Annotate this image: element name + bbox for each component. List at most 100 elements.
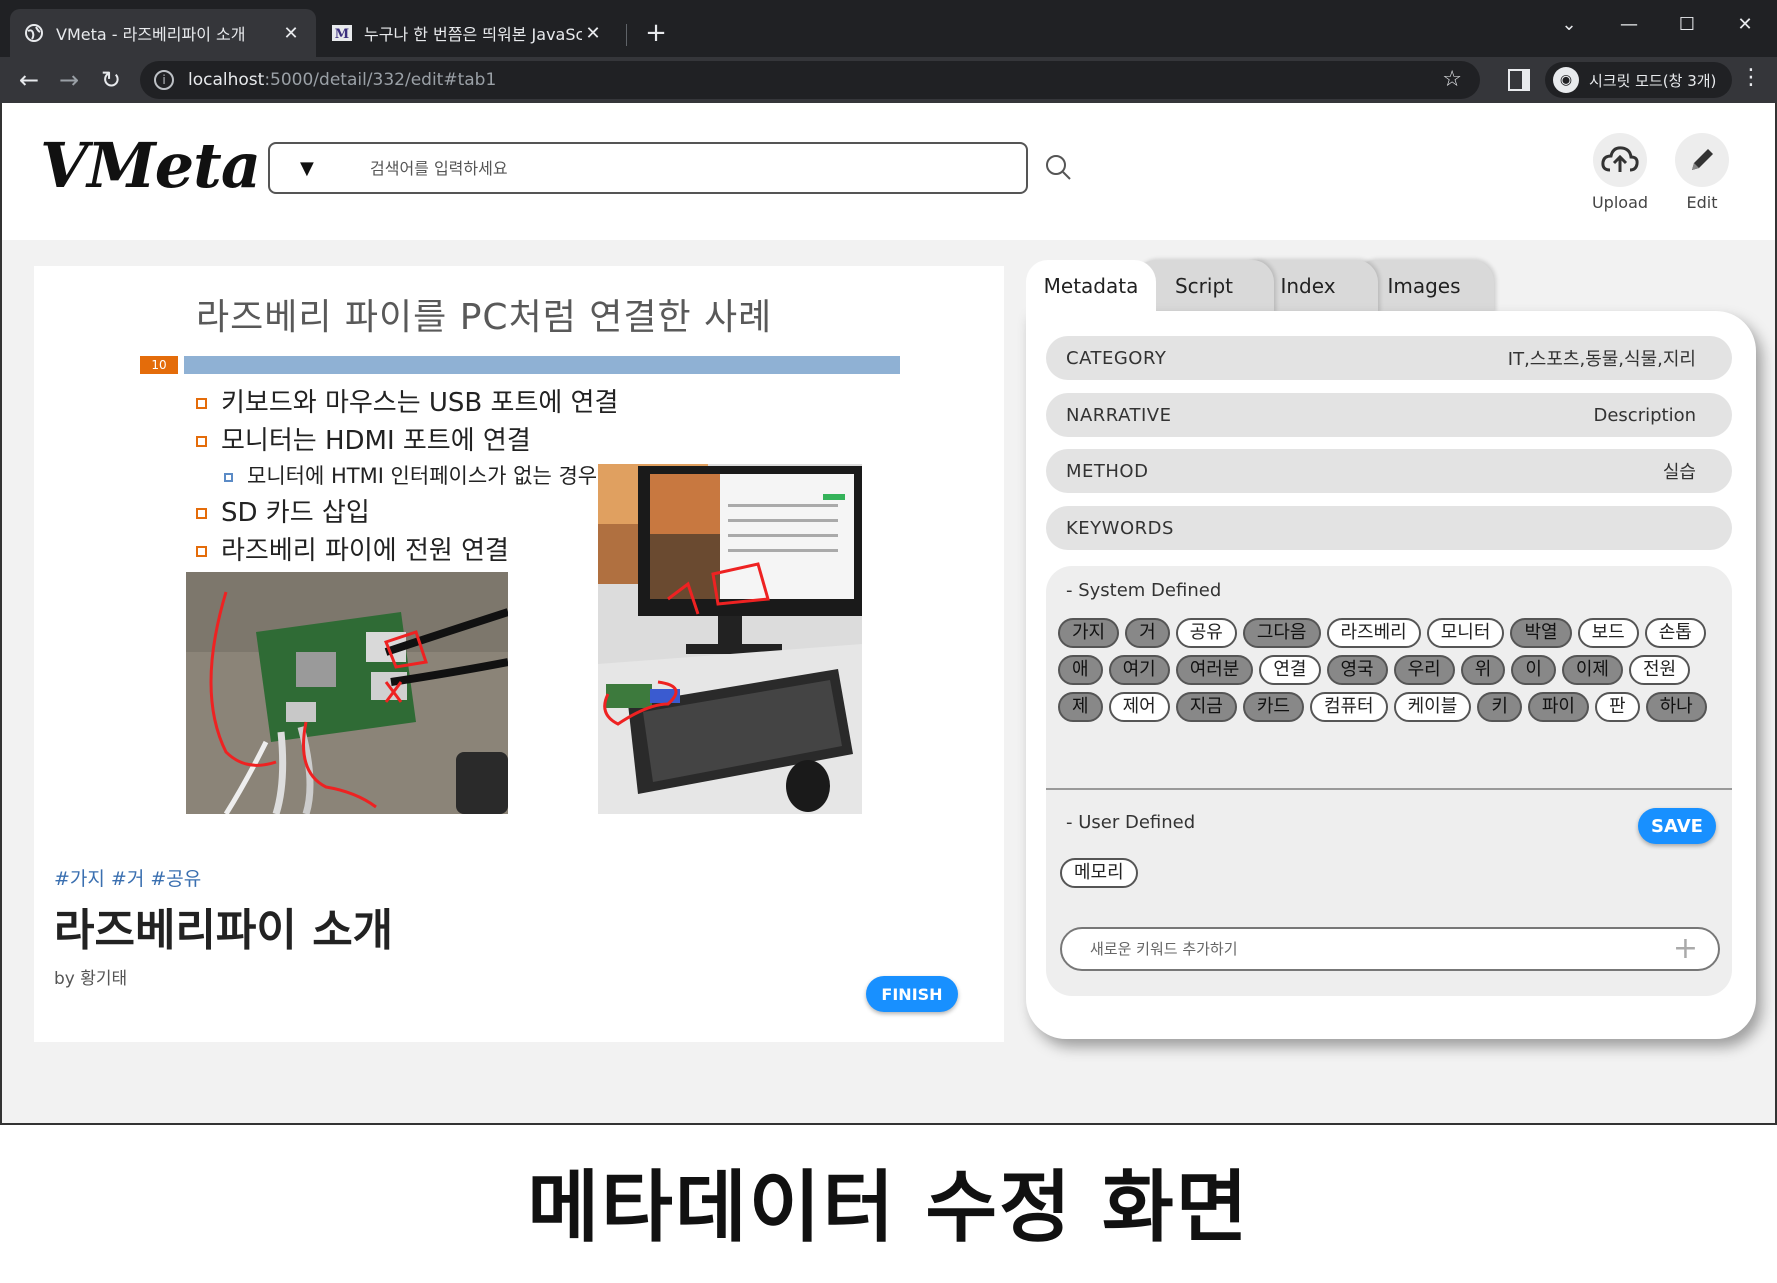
save-button[interactable]: SAVE <box>1638 808 1716 844</box>
incognito-icon: ◉ <box>1553 67 1579 93</box>
field-value: Description <box>1593 404 1696 426</box>
user-keyword-chip[interactable]: 메모리 <box>1060 858 1138 888</box>
keywords-field[interactable]: KEYWORDS <box>1046 506 1732 550</box>
minimize-button[interactable]: — <box>1600 8 1658 42</box>
close-window-button[interactable]: ✕ <box>1716 8 1774 42</box>
keyword-chip[interactable]: 전원 <box>1629 655 1691 685</box>
keyword-chip[interactable]: 우리 <box>1393 655 1455 685</box>
close-tab-icon[interactable]: ✕ <box>582 23 604 44</box>
bookmark-star-icon[interactable]: ☆ <box>1442 67 1462 92</box>
tab-search-button[interactable]: ⌄ <box>1540 8 1598 42</box>
slide-bullet: 키보드와 마우스는 USB 포트에 연결 <box>196 382 618 419</box>
user-defined-title: - User Defined <box>1066 812 1196 833</box>
browser-chrome: VMeta - 라즈베리파이 소개 ✕ M 누구나 한 번쯤은 띄워본 Java… <box>0 0 1777 103</box>
url-path: :5000/detail/332/edit#tab1 <box>264 70 497 90</box>
section-divider <box>1046 788 1732 790</box>
keyword-chip[interactable]: 애 <box>1058 655 1103 685</box>
keyword-chip[interactable]: 컴퓨터 <box>1309 692 1388 722</box>
screenshot-caption: 메타데이터 수정 화면 <box>527 1163 1250 1253</box>
finish-button[interactable]: FINISH <box>866 976 958 1012</box>
browser-menu-icon[interactable]: ⋮ <box>1740 65 1762 90</box>
upload-button[interactable]: Upload <box>1580 133 1660 212</box>
keyword-chip[interactable]: 판 <box>1595 692 1640 722</box>
incognito-label: 시크릿 모드(창 3개) <box>1589 71 1717 90</box>
site-info-icon[interactable]: i <box>154 70 174 90</box>
field-value: IT,스포츠,동물,식물,지리 <box>1507 349 1696 370</box>
keyword-chip[interactable]: 위 <box>1460 655 1506 685</box>
add-keyword-field: + <box>1060 927 1720 971</box>
keyword-chip[interactable]: 하나 <box>1645 692 1707 722</box>
keyword-chip[interactable]: 박열 <box>1510 618 1572 648</box>
new-tab-button[interactable]: + <box>640 17 672 49</box>
keyword-chip[interactable]: 이 <box>1511 655 1556 685</box>
search-input[interactable] <box>370 158 970 178</box>
system-keyword-list: 가지 거 공유 그다음 라즈베리 모니터 박열 보드 손톱애 여기 여러분 연결 영국 우리 위 이 이제 전원제… <box>1058 618 1718 729</box>
close-tab-icon[interactable]: ✕ <box>280 23 302 44</box>
field-key: METHOD <box>1066 460 1149 482</box>
author-label: by 황기태 <box>54 969 128 989</box>
keyword-chip[interactable]: 이제 <box>1561 655 1623 685</box>
keyword-chip[interactable]: 보드 <box>1577 618 1639 648</box>
tab-separator <box>626 24 627 46</box>
edit-label: Edit <box>1686 193 1718 212</box>
address-bar[interactable]: i localhost:5000/detail/332/edit#tab1 ☆ <box>140 61 1480 99</box>
slide-card: 라즈베리 파이를 PC처럼 연결한 사례 10 키보드와 마우스는 USB 포트… <box>34 266 1004 1042</box>
category-field[interactable]: CATEGORY IT,스포츠,동물,식물,지리 <box>1046 336 1732 380</box>
back-icon[interactable]: ← <box>12 63 46 97</box>
keyword-chip[interactable]: 거 <box>1125 618 1170 648</box>
keyword-chip[interactable]: 가지 <box>1058 618 1120 648</box>
keyword-chip[interactable]: 영국 <box>1326 655 1388 685</box>
field-value: 실습 <box>1662 462 1696 483</box>
url-host: localhost <box>188 70 265 90</box>
maximize-button[interactable]: ☐ <box>1658 8 1716 42</box>
keyword-editor: - System Defined 가지 거 공유 그다음 라즈베리 모니터 박열 보드 손톱 애 여… <box>1046 566 1732 996</box>
metadata-panel: CATEGORY IT,스포츠,동물,식물,지리 NARRATIVE Descr… <box>1026 311 1756 1039</box>
tab-title: 누구나 한 번쯤은 띄워본 JavaScr <box>364 25 582 44</box>
add-keyword-input[interactable] <box>1090 940 1673 958</box>
keyword-chip[interactable]: 키 <box>1477 692 1522 722</box>
search-filter-dropdown[interactable]: ▼ <box>300 158 330 179</box>
keyword-chip[interactable]: 케이블 <box>1393 692 1472 722</box>
forward-icon[interactable]: → <box>52 63 86 97</box>
search-bar: ▼ <box>268 142 1028 194</box>
keyword-chip[interactable]: 연결 <box>1259 655 1321 685</box>
slide-bullet: 모니터는 HDMI 포트에 연결 <box>196 420 531 457</box>
keyword-chip[interactable]: 제어 <box>1108 692 1170 722</box>
keyword-chip[interactable]: 여러분 <box>1175 655 1254 685</box>
narrative-field[interactable]: NARRATIVE Description <box>1046 393 1732 437</box>
cloud-upload-icon <box>1593 133 1647 187</box>
slide-bullet: 라즈베리 파이에 전원 연결 <box>196 530 509 567</box>
svg-text:M: M <box>335 27 349 42</box>
upload-label: Upload <box>1591 193 1649 212</box>
slide-number: 10 <box>140 356 178 374</box>
keyword-chip[interactable]: 라즈베리 <box>1326 618 1421 648</box>
add-keyword-plus-icon[interactable]: + <box>1673 934 1698 964</box>
keyword-chip[interactable]: 여기 <box>1108 655 1170 685</box>
edit-button[interactable]: Edit <box>1662 133 1742 212</box>
keyword-chip[interactable]: 그다음 <box>1242 618 1321 648</box>
vmeta-logo[interactable]: VMeta <box>40 129 261 202</box>
method-field[interactable]: METHOD 실습 <box>1046 449 1732 493</box>
keyword-chip[interactable]: 카드 <box>1242 692 1304 722</box>
browser-tab-inactive[interactable]: M 누구나 한 번쯤은 띄워본 JavaScr ✕ <box>318 9 618 57</box>
keyword-chip[interactable]: 모니터 <box>1426 618 1505 648</box>
web-page: VMeta ▼ Upload Edit 라즈베리 파이를 PC처럼 연결한 사례… <box>0 103 1777 1125</box>
hashtags[interactable]: #가지 #거 #공유 <box>54 864 201 891</box>
keyword-chip[interactable]: 파이 <box>1527 692 1589 722</box>
search-icon[interactable] <box>1044 153 1072 181</box>
reload-icon[interactable]: ↻ <box>94 63 128 97</box>
browser-tab-active[interactable]: VMeta - 라즈베리파이 소개 ✕ <box>10 9 316 57</box>
globe-icon <box>24 23 44 43</box>
keyword-chip[interactable]: 제 <box>1058 692 1103 722</box>
keyword-chip[interactable]: 지금 <box>1175 692 1237 722</box>
tab-metadata[interactable]: Metadata <box>1026 260 1156 314</box>
site-m-icon: M <box>332 23 352 43</box>
incognito-indicator[interactable]: ◉ 시크릿 모드(창 3개) <box>1545 62 1733 98</box>
user-keyword-list: 메모리 <box>1060 858 1144 895</box>
slide-title-bar <box>184 356 900 374</box>
field-key: KEYWORDS <box>1066 517 1174 539</box>
keyword-chip[interactable]: 공유 <box>1175 618 1237 648</box>
side-panel-icon[interactable] <box>1508 69 1530 91</box>
keyword-chip[interactable]: 손톱 <box>1644 618 1706 648</box>
slide-bullet: SD 카드 삽입 <box>196 492 370 529</box>
